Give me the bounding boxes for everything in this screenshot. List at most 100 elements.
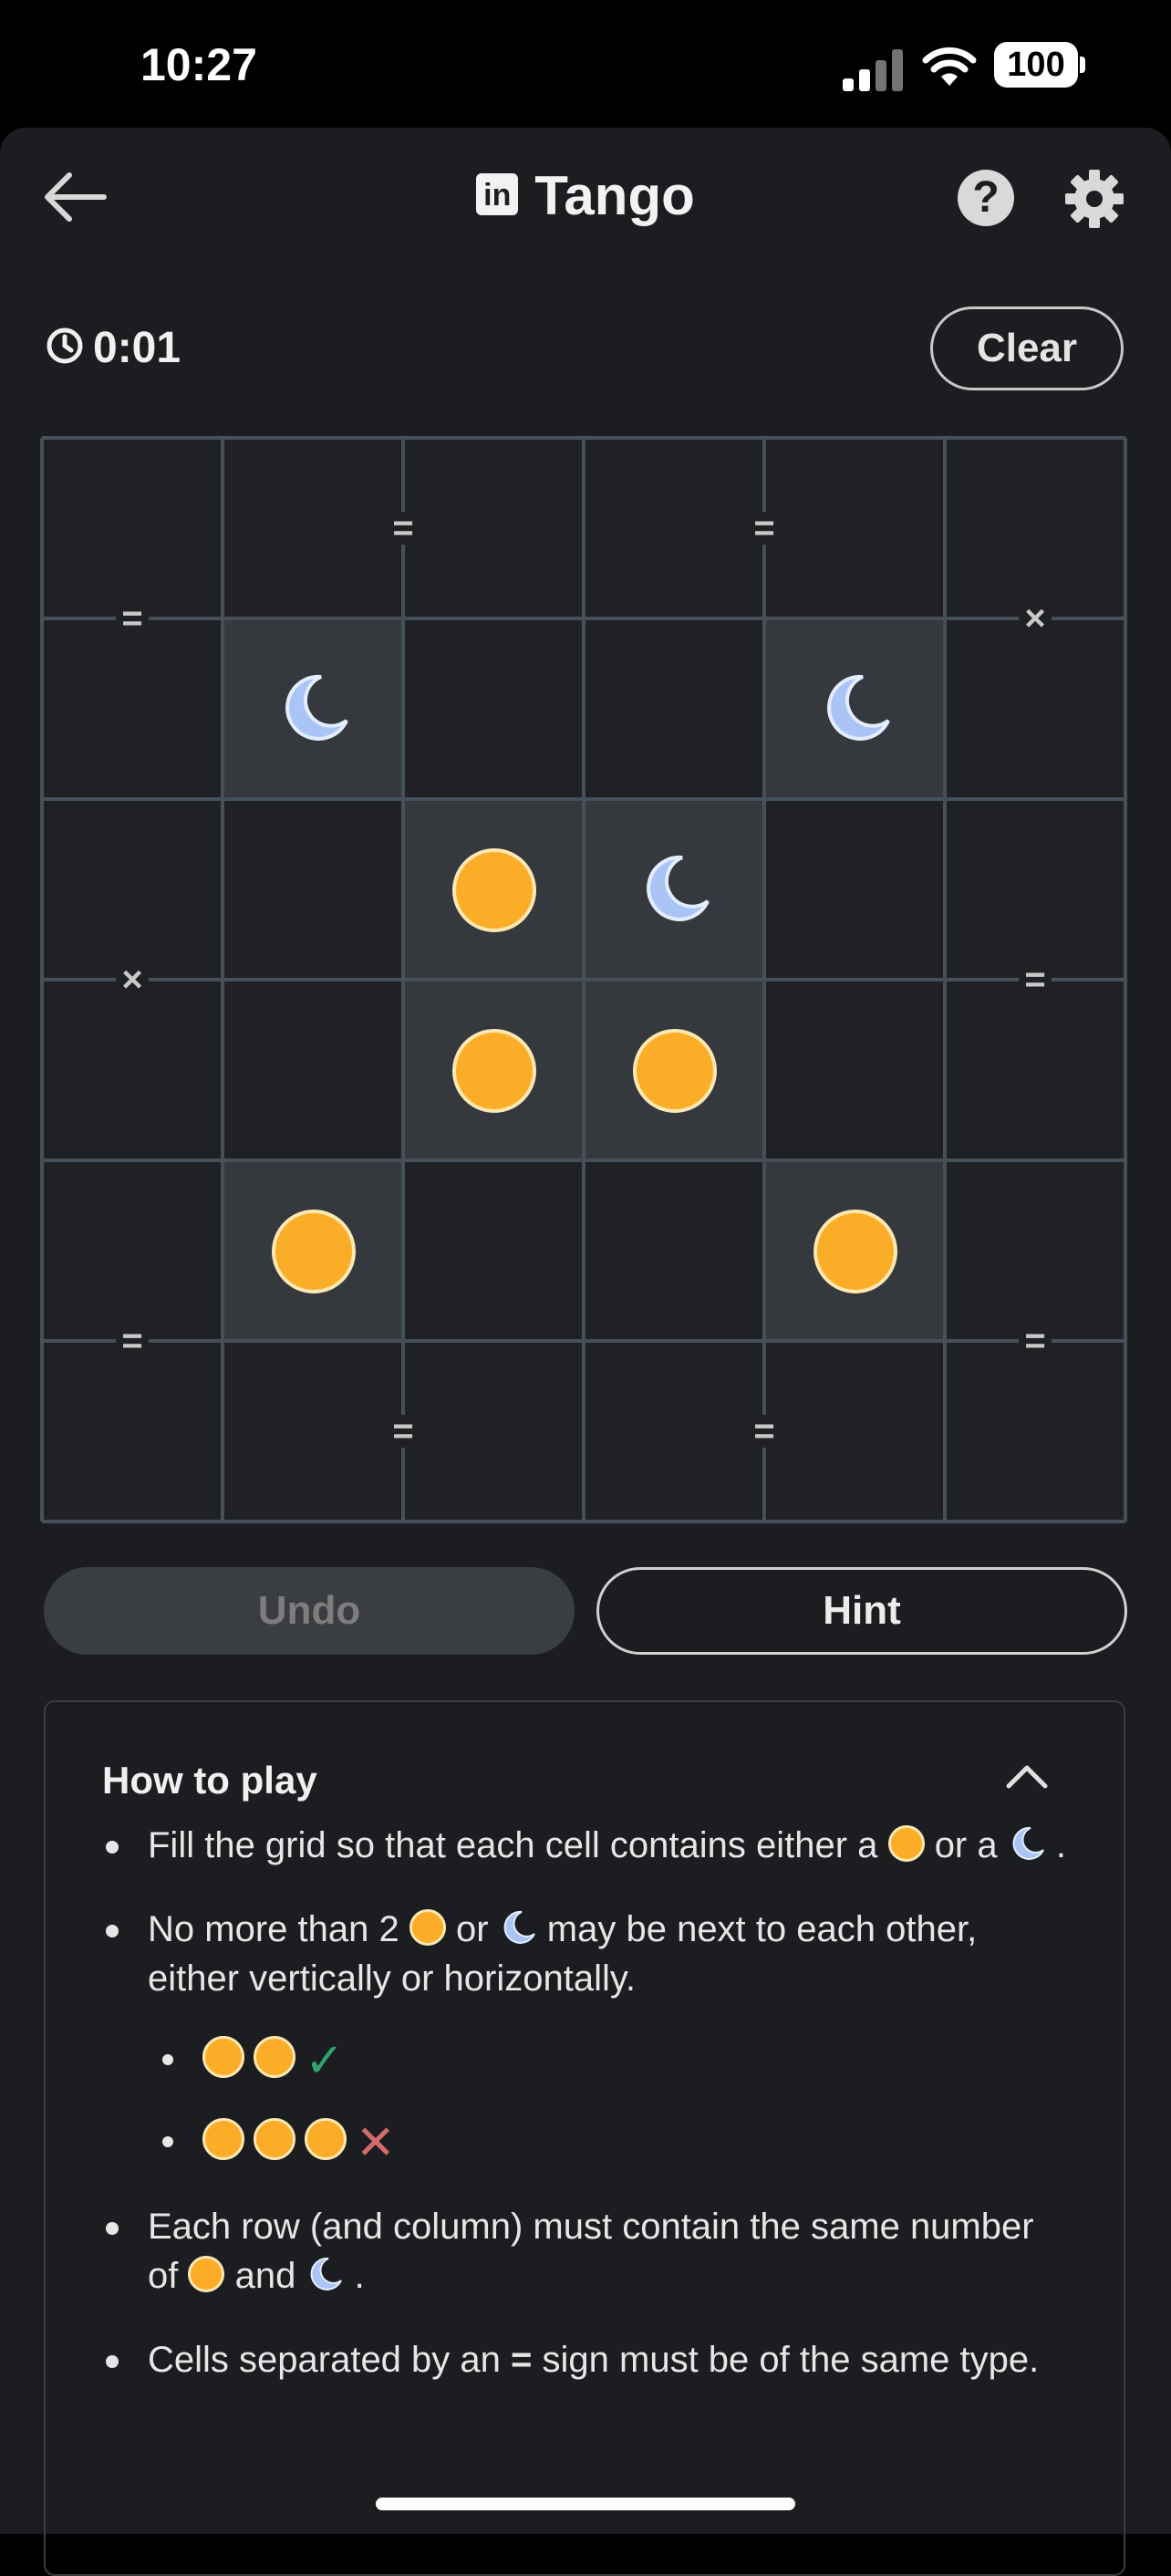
equal-constraint: = bbox=[748, 1413, 781, 1449]
sun-icon bbox=[633, 1029, 717, 1113]
cross-icon: ✕ bbox=[356, 2116, 396, 2170]
equal-constraint: = bbox=[116, 1323, 149, 1359]
grid-cell[interactable] bbox=[223, 980, 403, 1160]
grid-cell[interactable] bbox=[584, 1341, 764, 1522]
rules-list: Fill the grid so that each cell contains… bbox=[102, 1821, 1069, 2419]
help-icon[interactable]: ? bbox=[958, 170, 1014, 226]
equal-constraint: = bbox=[116, 600, 149, 637]
grid-cell[interactable] bbox=[42, 799, 223, 980]
sun-icon bbox=[409, 1909, 446, 1947]
equal-constraint: = bbox=[1019, 1323, 1052, 1359]
grid-cell bbox=[403, 980, 584, 1160]
sun-icon bbox=[202, 2118, 244, 2161]
game-board: = = = × × = = = = = bbox=[40, 436, 1127, 1523]
sun-icon bbox=[305, 2118, 347, 2161]
sun-icon bbox=[452, 848, 536, 932]
grid-cell[interactable] bbox=[403, 438, 584, 618]
grid-cell bbox=[764, 618, 945, 799]
clear-button[interactable]: Clear bbox=[930, 306, 1124, 390]
sun-icon bbox=[887, 1825, 925, 1863]
grid-cell[interactable] bbox=[223, 438, 403, 618]
wifi-icon bbox=[922, 47, 977, 86]
sun-icon bbox=[452, 1029, 536, 1113]
grid-cell bbox=[223, 618, 403, 799]
clock-icon bbox=[47, 327, 83, 364]
equal-constraint: = bbox=[748, 510, 781, 546]
grid-cell bbox=[584, 980, 764, 1160]
rule-fill-grid: Fill the grid so that each cell contains… bbox=[102, 1821, 1069, 1870]
example-valid: ✓ bbox=[102, 2034, 1069, 2085]
grid-cell[interactable] bbox=[42, 438, 223, 618]
battery-tip bbox=[1080, 57, 1085, 73]
grid-cell[interactable] bbox=[42, 1160, 223, 1341]
moon-icon bbox=[285, 674, 348, 741]
grid-cell[interactable] bbox=[403, 1160, 584, 1341]
equal-constraint: = bbox=[387, 1413, 420, 1449]
grid-cell[interactable] bbox=[764, 438, 945, 618]
grid-cell[interactable] bbox=[584, 1160, 764, 1341]
title-text: Tango bbox=[534, 165, 695, 226]
home-indicator bbox=[376, 2498, 795, 2510]
grid-cell[interactable] bbox=[764, 1341, 945, 1522]
grid-cell[interactable] bbox=[945, 1341, 1125, 1522]
moon-icon bbox=[311, 2258, 343, 2291]
opposite-constraint: × bbox=[116, 961, 149, 998]
grid-cell[interactable] bbox=[584, 438, 764, 618]
linkedin-logo-icon: in bbox=[476, 173, 519, 216]
grid-cell[interactable] bbox=[584, 618, 764, 799]
grid-cell[interactable] bbox=[42, 980, 223, 1160]
gear-icon[interactable] bbox=[1063, 168, 1125, 230]
grid-cell[interactable] bbox=[945, 799, 1125, 980]
status-time: 10:27 bbox=[140, 39, 257, 90]
sun-icon bbox=[254, 2036, 295, 2079]
sun-icon bbox=[202, 2036, 244, 2079]
sun-icon bbox=[188, 2256, 225, 2293]
grid-cell[interactable] bbox=[945, 1160, 1125, 1341]
sun-icon bbox=[254, 2118, 295, 2161]
example-invalid: ✕ bbox=[102, 2116, 1069, 2167]
how-to-play-title: How to play bbox=[102, 1759, 317, 1802]
grid-cell[interactable] bbox=[223, 1341, 403, 1522]
grid-line bbox=[1124, 438, 1127, 1522]
equal-constraint: = bbox=[387, 510, 420, 546]
grid-cell[interactable] bbox=[945, 618, 1125, 799]
rule-equal-sign: Cells separated by an = sign must be of … bbox=[102, 2335, 1069, 2384]
grid-cell[interactable] bbox=[945, 980, 1125, 1160]
timer: 0:01 bbox=[46, 323, 181, 373]
moon-icon bbox=[503, 1911, 535, 1945]
moon-icon bbox=[827, 674, 890, 741]
how-to-play-panel: How to play Fill the grid so that each c… bbox=[44, 1700, 1125, 2576]
opposite-constraint: × bbox=[1019, 600, 1052, 637]
grid-cell bbox=[584, 799, 764, 980]
grid-line bbox=[943, 438, 947, 1522]
grid-cell[interactable] bbox=[764, 980, 945, 1160]
grid-cell bbox=[764, 1160, 945, 1341]
check-icon: ✓ bbox=[305, 2034, 345, 2088]
chevron-up-icon[interactable] bbox=[1005, 1762, 1049, 1790]
grid-cell bbox=[403, 799, 584, 980]
grid-cell[interactable] bbox=[403, 618, 584, 799]
equal-constraint: = bbox=[1019, 961, 1052, 998]
sun-icon bbox=[813, 1210, 897, 1293]
grid-line bbox=[42, 1158, 1125, 1162]
grid-cell[interactable] bbox=[42, 618, 223, 799]
undo-button[interactable]: Undo bbox=[44, 1567, 575, 1655]
rule-no-more-than-two: No more than 2 or may be next to each ot… bbox=[102, 1905, 1069, 2003]
battery-icon: 100 bbox=[994, 42, 1078, 88]
moon-icon bbox=[647, 855, 710, 921]
grid-cell[interactable] bbox=[945, 438, 1125, 618]
equal-sign: = bbox=[511, 2340, 533, 2380]
timer-value: 0:01 bbox=[93, 324, 181, 372]
grid-cell[interactable] bbox=[42, 1341, 223, 1522]
rule-equal-count: Each row (and column) must contain the s… bbox=[102, 2202, 1069, 2301]
grid-cell[interactable] bbox=[223, 799, 403, 980]
sun-icon bbox=[272, 1210, 356, 1293]
status-bar: 10:27 100 bbox=[0, 0, 1171, 128]
grid-cell[interactable] bbox=[764, 799, 945, 980]
grid-cell[interactable] bbox=[403, 1341, 584, 1522]
grid-cell bbox=[223, 1160, 403, 1341]
cellular-signal-icon bbox=[843, 47, 905, 91]
hint-button[interactable]: Hint bbox=[596, 1567, 1127, 1655]
grid-line bbox=[42, 1520, 1125, 1523]
grid-line bbox=[42, 1339, 1125, 1343]
